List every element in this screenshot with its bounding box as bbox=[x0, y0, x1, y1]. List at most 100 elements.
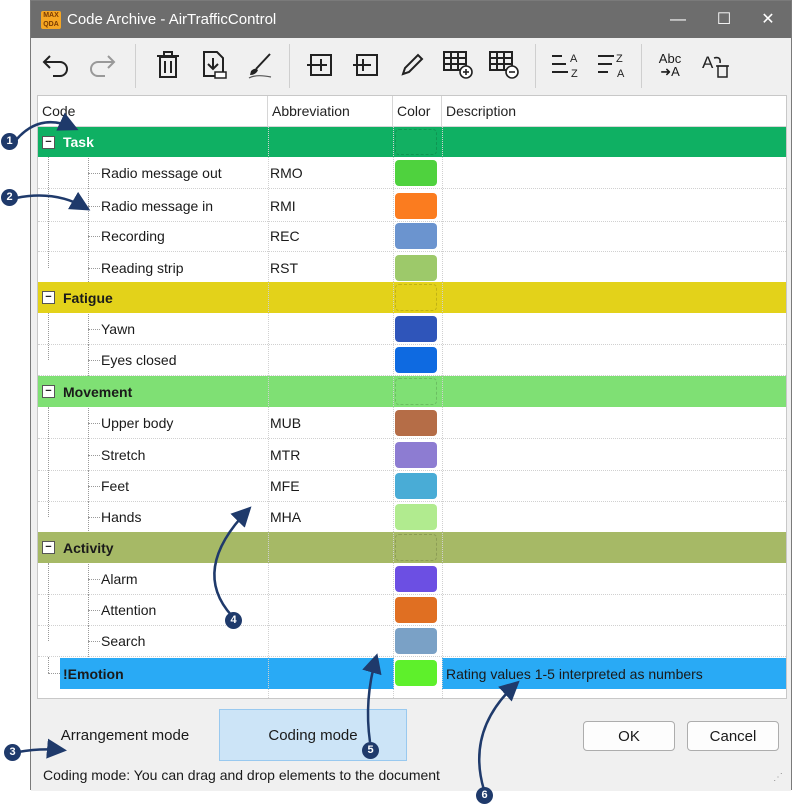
cancel-button[interactable]: Cancel bbox=[687, 721, 779, 751]
code-group-label: !Emotion bbox=[63, 665, 124, 682]
code-abbreviation bbox=[270, 564, 390, 594]
code-row[interactable]: Upper body MUB bbox=[38, 408, 786, 439]
color-swatch[interactable] bbox=[395, 597, 437, 623]
color-swatch[interactable] bbox=[395, 660, 437, 686]
code-name: Upper body bbox=[101, 415, 174, 431]
code-row[interactable]: Feet MFE bbox=[38, 471, 786, 502]
code-row[interactable]: Stretch MTR bbox=[38, 440, 786, 471]
svg-text:A: A bbox=[617, 68, 625, 80]
brush-icon[interactable] bbox=[243, 48, 277, 82]
add-code-icon[interactable] bbox=[303, 48, 337, 82]
tree-connector bbox=[88, 173, 100, 174]
code-group-label: Activity bbox=[63, 539, 114, 556]
code-abbreviation: MFE bbox=[270, 478, 300, 494]
trash-icon[interactable] bbox=[151, 48, 185, 82]
close-button[interactable]: ✕ bbox=[745, 1, 791, 38]
resize-grip-icon[interactable]: ⋰ bbox=[773, 772, 783, 783]
code-abbreviation: RMI bbox=[270, 198, 296, 214]
code-abbreviation: MHA bbox=[270, 509, 302, 525]
import-icon[interactable] bbox=[197, 48, 231, 82]
ok-button[interactable]: OK bbox=[583, 721, 675, 751]
tree-connector bbox=[88, 329, 100, 330]
app-icon: MAX QDA bbox=[41, 11, 61, 29]
code-name: Yawn bbox=[101, 321, 135, 337]
code-row[interactable]: Alarm bbox=[38, 564, 786, 595]
code-abbreviation bbox=[270, 314, 390, 344]
color-swatch[interactable] bbox=[395, 223, 437, 249]
arrangement-mode-button[interactable]: Arrangement mode bbox=[41, 709, 209, 761]
code-abbreviation bbox=[270, 626, 390, 656]
color-swatch[interactable] bbox=[395, 160, 437, 186]
code-row[interactable]: Recording REC bbox=[38, 221, 786, 252]
color-swatch[interactable] bbox=[395, 410, 437, 436]
svg-text:A: A bbox=[702, 53, 714, 72]
sort-az-icon[interactable]: AZ bbox=[549, 48, 583, 82]
table-add-icon[interactable] bbox=[441, 48, 475, 82]
color-swatch[interactable] bbox=[395, 284, 437, 311]
code-group-label: Fatigue bbox=[63, 289, 113, 306]
code-row[interactable]: Radio message in RMI bbox=[38, 191, 786, 222]
callout-5: 5 bbox=[362, 742, 379, 759]
code-group-row[interactable]: − Activity bbox=[38, 532, 786, 563]
color-swatch[interactable] bbox=[395, 347, 437, 373]
color-swatch[interactable] bbox=[395, 316, 437, 342]
code-group-row[interactable]: − Fatigue bbox=[38, 282, 786, 313]
column-header-description[interactable]: Description bbox=[442, 96, 786, 126]
column-header-abbreviation[interactable]: Abbreviation bbox=[268, 96, 393, 126]
tree-connector bbox=[88, 236, 100, 237]
code-row[interactable]: Reading strip RST bbox=[38, 253, 786, 284]
bottom-panel: Arrangement mode Coding mode OK Cancel C… bbox=[31, 699, 791, 791]
code-name: Radio message out bbox=[101, 165, 222, 181]
code-row[interactable]: Yawn bbox=[38, 314, 786, 345]
color-swatch[interactable] bbox=[395, 442, 437, 468]
code-name: Recording bbox=[101, 228, 165, 244]
redo-icon[interactable] bbox=[85, 48, 119, 82]
code-abbreviation: RST bbox=[270, 260, 298, 276]
tree-connector bbox=[88, 360, 100, 361]
color-swatch[interactable] bbox=[395, 504, 437, 530]
delete-text-icon[interactable]: A bbox=[699, 48, 733, 82]
color-swatch[interactable] bbox=[395, 255, 437, 281]
code-row[interactable]: Attention bbox=[38, 595, 786, 626]
color-swatch[interactable] bbox=[395, 566, 437, 592]
table-remove-icon[interactable] bbox=[487, 48, 521, 82]
code-row[interactable]: Search bbox=[38, 626, 786, 657]
title-bar: MAX QDA Code Archive - AirTrafficControl … bbox=[31, 1, 791, 38]
color-swatch[interactable] bbox=[395, 193, 437, 219]
color-swatch[interactable] bbox=[395, 628, 437, 654]
undo-icon[interactable] bbox=[39, 48, 73, 82]
color-swatch[interactable] bbox=[395, 378, 437, 405]
code-group-row[interactable]: − Movement bbox=[38, 376, 786, 407]
collapse-icon[interactable]: − bbox=[42, 291, 55, 304]
code-row[interactable]: Hands MHA bbox=[38, 502, 786, 533]
add-subcode-icon[interactable] bbox=[349, 48, 383, 82]
column-header-color[interactable]: Color bbox=[393, 96, 442, 126]
code-group-row[interactable]: − Task bbox=[38, 127, 786, 157]
minimize-button[interactable]: — bbox=[655, 1, 701, 38]
svg-text:Z: Z bbox=[616, 53, 623, 65]
callout-1: 1 bbox=[1, 133, 18, 150]
color-swatch[interactable] bbox=[395, 129, 437, 155]
column-separator bbox=[442, 126, 443, 698]
coding-mode-button[interactable]: Coding mode bbox=[219, 709, 407, 761]
color-swatch[interactable] bbox=[395, 473, 437, 499]
color-swatch[interactable] bbox=[395, 534, 437, 561]
sort-za-icon[interactable]: ZA bbox=[595, 48, 629, 82]
callout-3: 3 bbox=[4, 744, 21, 761]
collapse-icon[interactable]: − bbox=[42, 135, 55, 149]
column-header-code[interactable]: Code bbox=[38, 96, 268, 126]
code-group-label: Movement bbox=[63, 383, 133, 400]
maximize-button[interactable]: ☐ bbox=[701, 1, 747, 38]
abc-rename-icon[interactable]: Abc ➜A bbox=[653, 48, 687, 82]
window-title: Code Archive - AirTrafficControl bbox=[67, 11, 277, 28]
tree-connector bbox=[88, 517, 100, 518]
code-grid: Code Abbreviation Color Description − Tas… bbox=[37, 95, 787, 699]
code-row[interactable]: Eyes closed bbox=[38, 345, 786, 376]
code-row-emotion[interactable]: !Emotion Rating values 1-5 interpreted as… bbox=[38, 657, 786, 689]
code-name: Eyes closed bbox=[101, 352, 177, 368]
pencil-icon[interactable] bbox=[395, 48, 429, 82]
collapse-icon[interactable]: − bbox=[42, 385, 55, 398]
code-abbreviation: MUB bbox=[270, 415, 302, 431]
code-row[interactable]: Radio message out RMO bbox=[38, 158, 786, 189]
collapse-icon[interactable]: − bbox=[42, 541, 55, 554]
